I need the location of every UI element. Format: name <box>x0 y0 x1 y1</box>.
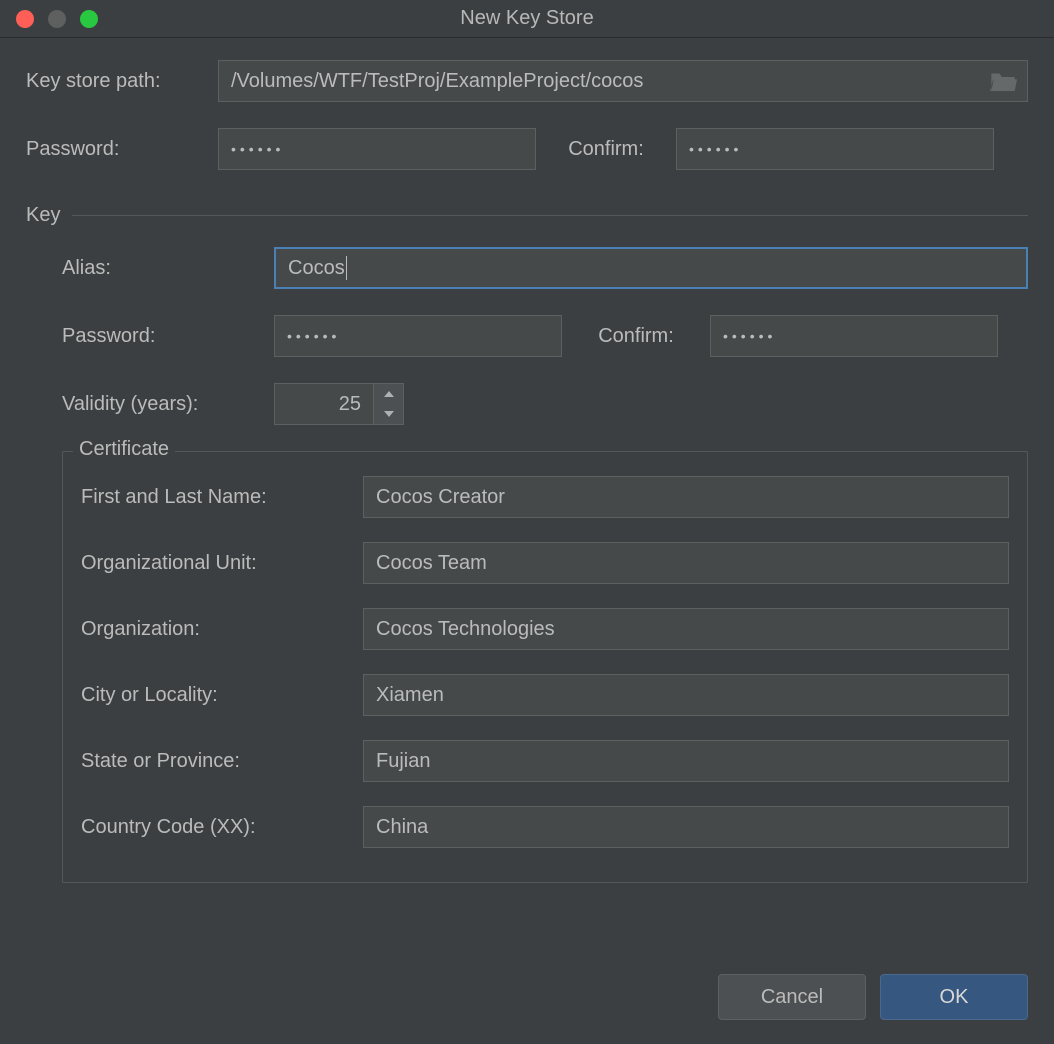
validity-label: Validity (years): <box>62 393 274 416</box>
org-input[interactable]: Cocos Technologies <box>363 608 1009 650</box>
window-controls <box>0 10 98 28</box>
key-confirm-value: •••••• <box>723 328 776 344</box>
key-confirm-label: Confirm: <box>562 325 710 348</box>
folder-open-icon[interactable] <box>989 70 1017 92</box>
first-last-label: First and Last Name: <box>81 486 363 509</box>
first-last-value: Cocos Creator <box>376 486 505 509</box>
keystore-confirm-value: •••••• <box>689 141 742 157</box>
alias-input[interactable]: Cocos <box>274 247 1028 289</box>
keystore-path-label: Key store path: <box>26 70 218 93</box>
key-password-value: •••••• <box>287 328 340 344</box>
maximize-icon[interactable] <box>80 10 98 28</box>
dialog-footer: Cancel OK <box>0 946 1054 1044</box>
ok-button-label: OK <box>940 986 969 1009</box>
certificate-legend: Certificate <box>73 438 175 461</box>
country-input[interactable]: China <box>363 806 1009 848</box>
city-label: City or Locality: <box>81 684 363 707</box>
state-input[interactable]: Fujian <box>363 740 1009 782</box>
validity-stepper[interactable]: 25 <box>274 383 404 425</box>
ok-button[interactable]: OK <box>880 974 1028 1020</box>
keystore-password-input[interactable]: •••••• <box>218 128 536 170</box>
alias-label: Alias: <box>62 257 274 280</box>
state-label: State or Province: <box>81 750 363 773</box>
country-label: Country Code (XX): <box>81 816 363 839</box>
validity-input[interactable]: 25 <box>274 383 374 425</box>
keystore-confirm-label: Confirm: <box>536 138 676 161</box>
org-label: Organization: <box>81 618 363 641</box>
new-key-store-dialog: New Key Store Key store path: /Volumes/W… <box>0 0 1054 1044</box>
stepper-up-button[interactable] <box>374 384 403 404</box>
minimize-icon <box>48 10 66 28</box>
org-unit-label: Organizational Unit: <box>81 552 363 575</box>
keystore-confirm-input[interactable]: •••••• <box>676 128 994 170</box>
close-icon[interactable] <box>16 10 34 28</box>
country-value: China <box>376 816 428 839</box>
window-title: New Key Store <box>0 7 1054 30</box>
text-caret <box>346 256 347 280</box>
validity-value: 25 <box>287 393 361 416</box>
city-input[interactable]: Xiamen <box>363 674 1009 716</box>
key-password-input[interactable]: •••••• <box>274 315 562 357</box>
first-last-input[interactable]: Cocos Creator <box>363 476 1009 518</box>
key-password-label: Password: <box>62 325 274 348</box>
state-value: Fujian <box>376 750 430 773</box>
org-unit-input[interactable]: Cocos Team <box>363 542 1009 584</box>
org-unit-value: Cocos Team <box>376 552 487 575</box>
keystore-path-input[interactable]: /Volumes/WTF/TestProj/ExampleProject/coc… <box>218 60 1028 102</box>
alias-value: Cocos <box>288 257 345 280</box>
keystore-path-value: /Volumes/WTF/TestProj/ExampleProject/coc… <box>231 70 643 93</box>
keystore-password-label: Password: <box>26 138 218 161</box>
cancel-button[interactable]: Cancel <box>718 974 866 1020</box>
city-value: Xiamen <box>376 684 444 707</box>
key-section-header: Key <box>26 204 1028 227</box>
titlebar: New Key Store <box>0 0 1054 38</box>
stepper-down-button[interactable] <box>374 404 403 424</box>
cancel-button-label: Cancel <box>761 986 823 1009</box>
org-value: Cocos Technologies <box>376 618 555 641</box>
keystore-password-value: •••••• <box>231 141 284 157</box>
certificate-fieldset: Certificate First and Last Name: Cocos C… <box>62 451 1028 883</box>
key-confirm-input[interactable]: •••••• <box>710 315 998 357</box>
key-section-label: Key <box>26 204 60 227</box>
